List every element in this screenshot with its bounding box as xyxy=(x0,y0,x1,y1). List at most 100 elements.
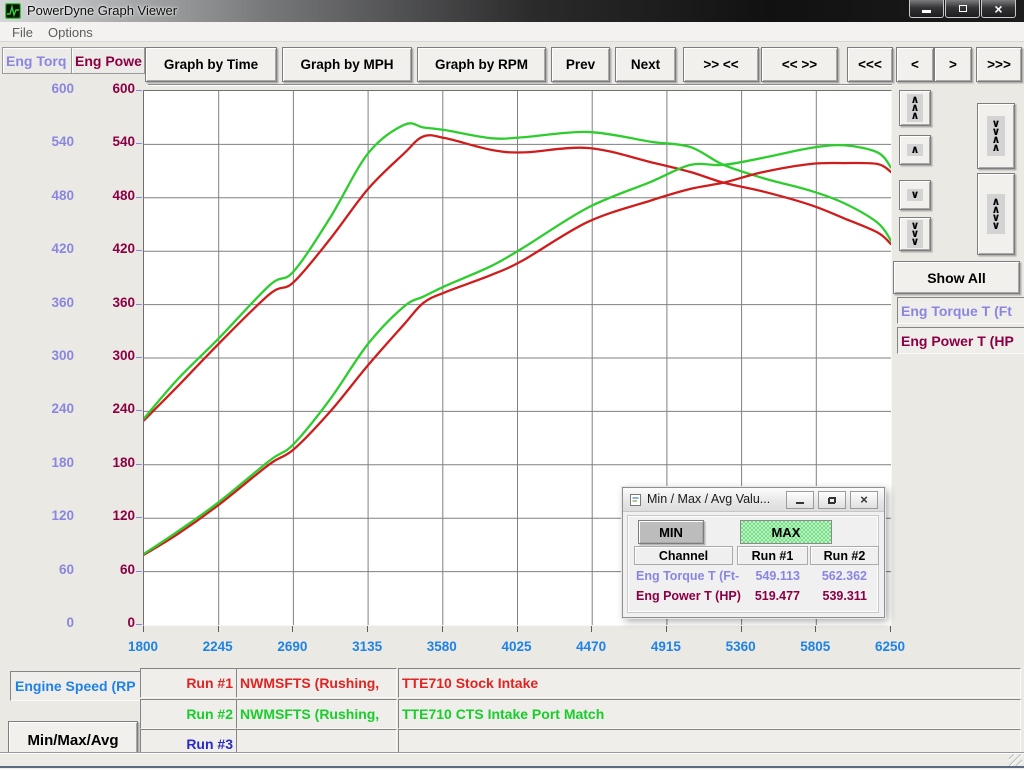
menu-file[interactable]: File xyxy=(8,24,37,41)
scroll-button-chevron-up[interactable]: ∧ xyxy=(899,135,931,165)
x-tick-mark xyxy=(292,626,293,632)
y-tick-mark xyxy=(136,250,142,251)
y-tick-mark xyxy=(136,197,142,198)
minmax-header-run-1: Run #1 xyxy=(737,546,808,565)
run-file-1[interactable]: NWMSFTS (Rushing, xyxy=(236,668,397,698)
toolbar-button-prev[interactable]: Prev xyxy=(551,47,610,82)
x-tick-4915: 4915 xyxy=(636,639,696,654)
chevron-glyph: ∨ xyxy=(911,238,920,246)
chevron-glyph: ∧ xyxy=(911,146,920,154)
resize-grip-icon[interactable] xyxy=(1009,754,1022,766)
channel-box-torque[interactable]: Eng Torque T (Ft xyxy=(897,297,1024,324)
y-tick-power-180: 180 xyxy=(0,455,135,473)
chevron-triple-up-icon: ∧∧∧ xyxy=(907,94,924,122)
x-tick-mark xyxy=(815,626,816,632)
minmax-row-run2-value: 539.311 xyxy=(770,589,867,604)
zoom-button-chevrons-converge[interactable]: ∨∨∧∧ xyxy=(977,103,1015,169)
chevron-glyph: ∧ xyxy=(992,144,1001,152)
minmax-header-run-2: Run #2 xyxy=(810,546,879,565)
zoom-button-chevrons-diverge[interactable]: ∧∧∨∨ xyxy=(977,173,1015,255)
window-title: PowerDyne Graph Viewer xyxy=(27,3,177,18)
x-tick-5805: 5805 xyxy=(785,639,845,654)
y-tick-mark xyxy=(136,624,142,625)
minmax-window-title: Min / Max / Avg Valu... xyxy=(647,492,770,506)
plot-top-separator xyxy=(148,84,892,86)
show-all-button[interactable]: Show All xyxy=(893,261,1020,294)
scroll-button-chevron-triple-down[interactable]: ∨∨∨ xyxy=(899,217,931,251)
minmax-row-run2-value: 562.362 xyxy=(770,569,867,584)
x-tick-2690: 2690 xyxy=(262,639,322,654)
toolbar-button-[interactable]: >> << xyxy=(683,47,759,82)
tab-eng-torque[interactable]: Eng Torq xyxy=(2,47,73,74)
close-icon: × xyxy=(994,2,1002,16)
max-button[interactable]: MAX xyxy=(740,520,832,544)
x-tick-mark xyxy=(591,626,592,632)
title-bar: PowerDyne Graph Viewer × xyxy=(0,0,1024,22)
y-tick-power-540: 540 xyxy=(0,134,135,152)
toolbar-button-[interactable]: <<< xyxy=(847,47,893,82)
run-label-2[interactable]: Run #2 xyxy=(140,699,239,729)
toolbar-button-[interactable]: << >> xyxy=(761,47,838,82)
menu-options[interactable]: Options xyxy=(44,24,97,41)
minmax-window: Min / Max / Avg Valu... × MIN MAX Channe… xyxy=(622,487,885,618)
chevrons-diverge-icon: ∧∧∨∨ xyxy=(987,194,1006,234)
y-tick-power-60: 60 xyxy=(0,562,135,580)
minmax-title-bar[interactable]: Min / Max / Avg Valu... × xyxy=(623,488,884,512)
run-file-2[interactable]: NWMSFTS (Rushing, xyxy=(236,699,397,729)
y-tick-power-0: 0 xyxy=(0,615,135,633)
y-tick-power-300: 300 xyxy=(0,348,135,366)
minmax-minimize-button[interactable] xyxy=(786,491,814,509)
minmax-restore-button[interactable] xyxy=(818,491,846,509)
y-tick-power-420: 420 xyxy=(0,241,135,259)
channel-box-power[interactable]: Eng Power T (HP xyxy=(897,327,1024,354)
tab-eng-power[interactable]: Eng Powe xyxy=(71,47,145,74)
min-button[interactable]: MIN xyxy=(638,520,704,544)
toolbar-button-graph-by-mph[interactable]: Graph by MPH xyxy=(282,47,412,82)
y-axis-power-labels: 060120180240300360420480540600 xyxy=(0,90,135,624)
minimize-button[interactable] xyxy=(909,0,944,18)
x-tick-mark xyxy=(741,626,742,632)
x-tick-4470: 4470 xyxy=(561,639,621,654)
minmax-close-button[interactable]: × xyxy=(850,491,878,509)
x-tick-mark xyxy=(143,626,144,632)
y-tick-power-360: 360 xyxy=(0,295,135,313)
scroll-button-chevron-triple-up[interactable]: ∧∧∧ xyxy=(899,90,931,126)
y-tick-power-240: 240 xyxy=(0,401,135,419)
toolbar-button-[interactable]: > xyxy=(934,47,972,82)
toolbar-button-graph-by-time[interactable]: Graph by Time xyxy=(145,47,277,82)
app-icon xyxy=(5,3,21,19)
x-tick-mark xyxy=(442,626,443,632)
x-axis-labels: 1800224526903135358040254470491553605805… xyxy=(143,639,890,657)
restore-button[interactable] xyxy=(945,0,980,18)
close-button[interactable]: × xyxy=(981,0,1016,18)
minmax-window-icon xyxy=(629,493,643,507)
chevron-down-icon: ∨ xyxy=(907,189,924,201)
y-tick-power-120: 120 xyxy=(0,508,135,526)
x-tick-4025: 4025 xyxy=(487,639,547,654)
x-tick-3135: 3135 xyxy=(337,639,397,654)
run-description-1[interactable]: TTE710 Stock Intake xyxy=(398,668,1021,698)
x-tick-mark xyxy=(666,626,667,632)
x-channel-box[interactable]: Engine Speed (RP xyxy=(10,671,142,701)
y-tick-mark xyxy=(136,304,142,305)
scroll-button-chevron-down[interactable]: ∨ xyxy=(899,180,931,210)
toolbar-button-[interactable]: >>> xyxy=(976,47,1022,82)
app-window: PowerDyne Graph Viewer × File Options En… xyxy=(0,0,1024,768)
x-tick-3580: 3580 xyxy=(412,639,472,654)
y-tick-mark xyxy=(136,464,142,465)
x-tick-mark xyxy=(367,626,368,632)
y-tick-power-600: 600 xyxy=(0,81,135,99)
x-tick-5360: 5360 xyxy=(711,639,771,654)
toolbar-button-[interactable]: < xyxy=(896,47,934,82)
chevron-glyph: ∧ xyxy=(911,112,920,120)
toolbar-button-graph-by-rpm[interactable]: Graph by RPM xyxy=(417,47,546,82)
chevron-up-icon: ∧ xyxy=(907,144,924,156)
x-tick-2245: 2245 xyxy=(188,639,248,654)
run-description-2[interactable]: TTE710 CTS Intake Port Match xyxy=(398,699,1021,729)
chevron-triple-down-icon: ∨∨∨ xyxy=(907,220,924,248)
toolbar-button-next[interactable]: Next xyxy=(615,47,676,82)
restore-icon xyxy=(828,497,836,504)
y-tick-mark xyxy=(136,90,142,91)
menu-bar: File Options xyxy=(0,22,1024,42)
run-label-1[interactable]: Run #1 xyxy=(140,668,239,698)
